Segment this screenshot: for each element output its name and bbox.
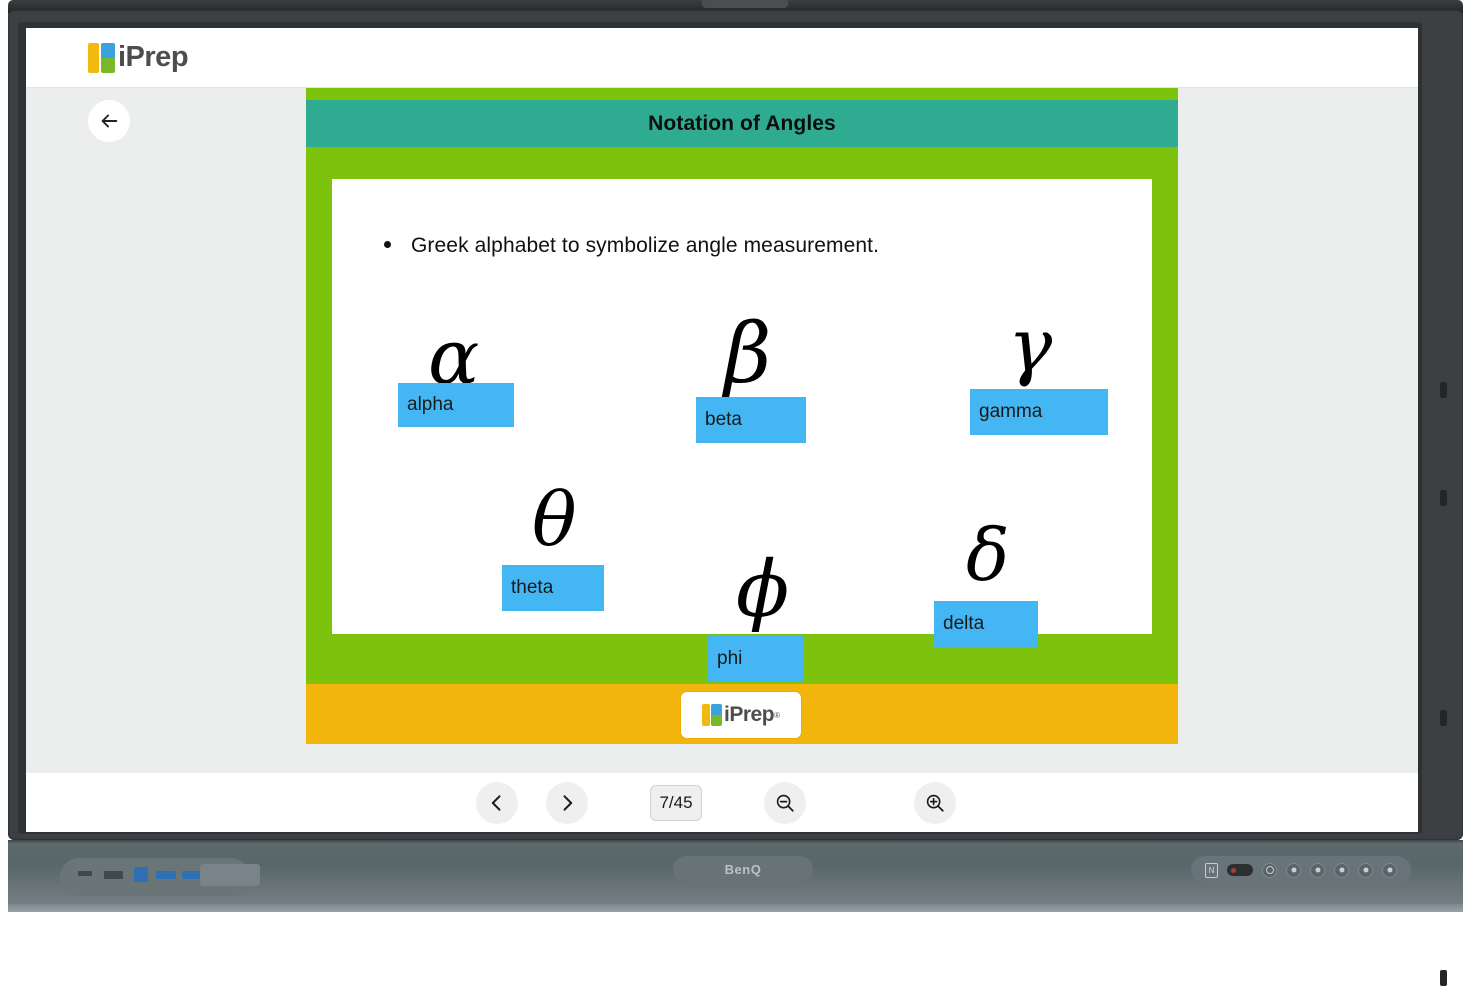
slide-title-band: Notation of Angles: [306, 100, 1178, 147]
device-brand-plate: BenQ: [673, 856, 813, 882]
label-box-gamma: gamma: [970, 389, 1108, 435]
iprep-footer-logo-mark-icon: [702, 704, 723, 726]
slide-toolbar: 7/45: [26, 773, 1418, 832]
device-bezel: iPrep Notation of Angles Greek alphabet …: [8, 10, 1463, 986]
bullet-dot-icon: [384, 241, 391, 248]
greek-glyph-gamma: γ: [1008, 303, 1053, 389]
device-button-4[interactable]: [1358, 862, 1373, 878]
device-button-1[interactable]: [1286, 862, 1301, 878]
label-text-alpha: alpha: [407, 394, 454, 415]
label-box-beta: beta: [696, 397, 806, 443]
port-usb-b: [134, 867, 148, 882]
label-box-phi: phi: [708, 636, 804, 682]
magnifier-plus-icon: [926, 794, 944, 812]
greek-glyph-phi: ϕ: [736, 545, 790, 635]
bullet-text: Greek alphabet to symbolize angle measur…: [411, 234, 880, 257]
device-bottom-bar: BenQ N: [8, 840, 1463, 912]
label-box-theta: theta: [502, 565, 604, 611]
label-text-theta: theta: [511, 577, 554, 598]
zoom-out-button[interactable]: [764, 781, 806, 824]
app-logo-text: iPrep: [118, 41, 189, 73]
interactive-flat-panel: iPrep Notation of Angles Greek alphabet …: [0, 0, 1471, 986]
device-side-plate: [200, 864, 260, 886]
ir-receiver-icon: [1227, 864, 1253, 876]
iprep-logo-mark-icon: [88, 42, 116, 73]
label-text-delta: delta: [943, 613, 985, 634]
device-brand-text: BenQ: [724, 861, 762, 877]
app-header: iPrep: [26, 28, 1418, 88]
slide-title: Notation of Angles: [648, 111, 836, 135]
magnifier-minus-icon: [776, 794, 794, 812]
slide-footer-logo-text: iPrep: [724, 703, 775, 726]
device-top-notch: [702, 0, 788, 8]
greek-glyph-beta: β: [724, 307, 772, 402]
bullet-item: Greek alphabet to symbolize angle measur…: [384, 234, 879, 258]
slide-content-area: Greek alphabet to symbolize angle measur…: [332, 179, 1152, 682]
chevron-left-icon: [491, 794, 501, 811]
page-indicator-text: 7/45: [659, 792, 693, 812]
device-button-2[interactable]: [1310, 862, 1325, 878]
next-page-button[interactable]: [546, 781, 588, 824]
slide-top-strip: [306, 88, 1178, 100]
device-side-vents: [1437, 10, 1449, 986]
registered-trademark-icon: ®: [774, 710, 780, 720]
greek-glyph-delta: δ: [966, 513, 1010, 597]
device-button-3[interactable]: [1334, 862, 1349, 878]
screen: iPrep Notation of Angles Greek alphabet …: [26, 28, 1418, 832]
zoom-in-button[interactable]: [914, 781, 956, 824]
port-audio: [78, 871, 92, 876]
app-logo: iPrep: [88, 41, 189, 74]
previous-page-button[interactable]: [476, 781, 518, 824]
label-text-beta: beta: [705, 409, 742, 430]
page-indicator[interactable]: 7/45: [650, 784, 702, 821]
arrow-left-icon: [101, 114, 118, 128]
label-text-phi: phi: [717, 648, 743, 669]
port-hdmi: [104, 871, 123, 879]
back-button[interactable]: [88, 100, 130, 142]
power-button[interactable]: [1262, 862, 1277, 878]
port-usb-3-b: [182, 871, 202, 879]
port-usb-3-a: [156, 871, 176, 879]
device-button-5[interactable]: [1382, 862, 1397, 878]
label-box-delta: delta: [934, 601, 1038, 647]
label-text-gamma: gamma: [979, 401, 1043, 422]
slide-footer-logo: iPrep ®: [681, 692, 801, 738]
workspace: Notation of Angles Greek alphabet to sym…: [26, 88, 1418, 773]
nfc-icon: N: [1205, 862, 1218, 878]
device-control-panel: N: [1191, 856, 1411, 884]
chevron-right-icon: [563, 794, 573, 811]
greek-glyph-theta: θ: [532, 477, 577, 563]
label-box-alpha: alpha: [398, 383, 514, 427]
slide[interactable]: Notation of Angles Greek alphabet to sym…: [306, 88, 1178, 744]
